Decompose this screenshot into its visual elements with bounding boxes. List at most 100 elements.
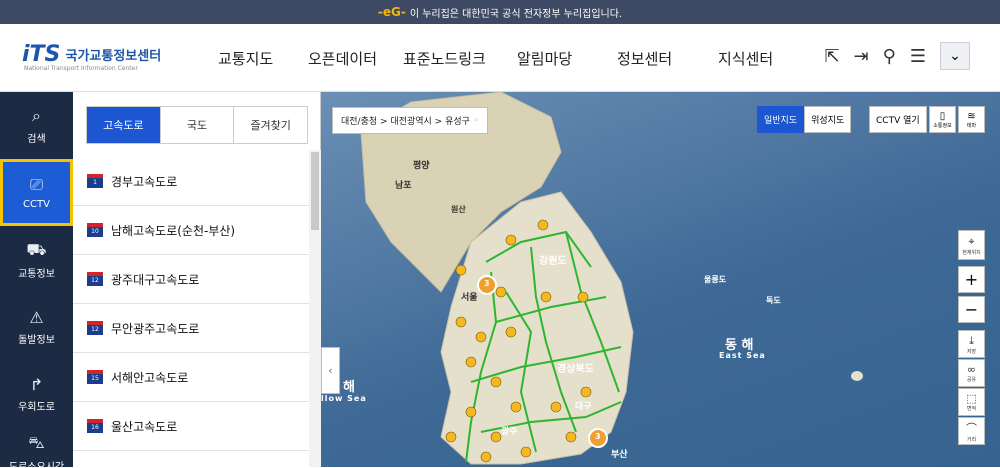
highway-name: 광주대구고속도로 [111, 272, 200, 287]
zoom-out-button[interactable]: − [958, 296, 985, 323]
theme-button[interactable]: ≋ 테마 [958, 106, 985, 133]
current-location-label: 현재위치 [962, 249, 981, 256]
place-label: 대구 [575, 402, 592, 412]
place-label: 평양 [413, 161, 430, 171]
highway-shield-icon: 12 [87, 321, 103, 335]
highway-item[interactable]: 10 남해고속도로(순천-부산) [73, 206, 309, 255]
search-icon: ⌕ [32, 106, 41, 125]
logo-mark: iTS [22, 42, 61, 67]
map-type-satellite[interactable]: 위성지도 [804, 106, 852, 133]
sea-label-east-en: East Sea [719, 351, 766, 360]
highway-shield-icon: 12 [87, 272, 103, 286]
nav-detour[interactable]: ↱ 우회도로 [0, 360, 73, 427]
highway-item[interactable]: 12 무안광주고속도로 [73, 304, 309, 353]
place-label: 경상북도 [557, 364, 594, 375]
sea-label-west-en: llow Sea [321, 394, 367, 403]
left-navigation: ⌕ 검색 ⎚ CCTV ⛟ 교통정보 ⚠ 돌발정보 ↱ 우회도로 ⛍ 도로소요시… [0, 92, 73, 468]
bus-icon: ⛍ [28, 433, 45, 452]
utility-menu: ⇱ ⇥ ⚲ ☰ ⌄ [824, 42, 970, 70]
chevron-down-icon: ◦ [473, 115, 480, 126]
user-icon[interactable]: ⚲ [883, 46, 896, 67]
ruler-icon: ⌒ [966, 421, 977, 435]
area-icon: ⬚ [966, 392, 977, 405]
panel-collapse-button[interactable]: ‹ [321, 347, 340, 394]
area-button[interactable]: ⬚ 면적 [958, 388, 985, 416]
highway-list: 1 경부고속도로 10 남해고속도로(순천-부산) 12 광주대구고속도로 12… [73, 157, 309, 451]
place-label: 독도 [766, 296, 781, 305]
gnb-standard-node-link[interactable]: 표준노드링크 [403, 48, 486, 69]
car-icon: ⛟ [26, 239, 47, 259]
cluster-count: 3 [484, 279, 490, 288]
highway-item[interactable]: 12 광주대구고속도로 [73, 255, 309, 304]
government-banner: -eG- 이 누리집은 대한민국 공식 전자정부 누리집입니다. [0, 0, 1000, 24]
share-button[interactable]: ∞ 공유 [958, 359, 985, 387]
gnb-traffic-map[interactable]: 교통지도 [218, 48, 273, 69]
menu-icon[interactable]: ☰ [910, 46, 926, 67]
nav-detour-label: 우회도로 [18, 401, 55, 413]
place-label: 광주 [501, 427, 518, 437]
gov-banner-text: 이 누리집은 대한민국 공식 전자정부 누리집입니다. [409, 8, 623, 20]
scrollbar-thumb[interactable] [311, 152, 319, 230]
crosshair-icon: ⌖ [968, 234, 975, 248]
current-location-button[interactable]: ⌖ 현재위치 [958, 230, 985, 260]
place-label: 부산 [611, 450, 628, 460]
distance-label: 거리 [966, 436, 977, 443]
highway-name: 경부고속도로 [111, 174, 178, 189]
cctv-open-button[interactable]: CCTV 열기 [869, 106, 927, 133]
download-icon: ⤓ [969, 333, 974, 347]
traffic-map[interactable]: 3 3 평양 남포 원산 서울 강원도 경상북도 대구 광주 부산 울릉도 독도… [321, 92, 1000, 467]
traffic-flow-button[interactable]: ▯ 소통정보 [929, 106, 956, 133]
alert-icon: ⚠ [29, 307, 44, 327]
panel-scrollbar[interactable] [309, 150, 321, 467]
nav-cctv[interactable]: ⎚ CCTV [0, 159, 73, 226]
gnb-open-data[interactable]: 오픈데이터 [308, 48, 377, 69]
tab-expressway[interactable]: 고속도로 [87, 107, 160, 143]
nav-search[interactable]: ⌕ 검색 [0, 92, 73, 159]
site-logo[interactable]: iTS 국가교통정보센터 National Transport Informat… [22, 42, 161, 72]
sea-label-west-kr: 해 [343, 380, 355, 395]
highway-shield-icon: 10 [87, 223, 103, 237]
gnb-info-center[interactable]: 정보센터 [617, 48, 672, 69]
save-button[interactable]: ⤓ 저장 [958, 330, 985, 358]
cctv-panel: 고속도로 국도 즐겨찾기 1 경부고속도로 10 남해고속도로(순천-부산) 1… [73, 92, 321, 467]
distance-button[interactable]: ⌒ 거리 [958, 417, 985, 445]
nav-incident-label: 돌발정보 [18, 334, 55, 346]
cctv-icon: ⎚ [30, 175, 43, 194]
gnb-notice[interactable]: 알림마당 [517, 48, 572, 69]
tab-national-road[interactable]: 국도 [159, 107, 234, 143]
map-cctv-markers [445, 219, 608, 463]
gnb-knowledge-center[interactable]: 지식센터 [718, 48, 773, 69]
theme-label: 테마 [966, 122, 977, 129]
zoom-in-button[interactable]: + [958, 266, 985, 293]
map-type-normal[interactable]: 일반지도 [757, 106, 805, 133]
chevron-left-icon: ‹ [328, 364, 333, 377]
highway-item[interactable]: 1 경부고속도로 [73, 157, 309, 206]
highway-item[interactable]: 15 서해안고속도로 [73, 353, 309, 402]
traffic-flow-label: 소통정보 [933, 122, 952, 129]
share-icon: ∞ [966, 363, 977, 376]
highway-name: 무안광주고속도로 [111, 321, 200, 336]
tab-favorites[interactable]: 즐겨찾기 [233, 107, 307, 143]
place-label: 원산 [451, 205, 466, 214]
detour-icon: ↱ [29, 374, 44, 394]
place-label: 서울 [461, 293, 478, 303]
login-icon[interactable]: ⇥ [854, 46, 869, 67]
highway-shield-icon: 16 [87, 419, 103, 433]
highway-name: 서해안고속도로 [111, 370, 189, 385]
map-type-toggle: 일반지도 위성지도 [757, 106, 852, 133]
highway-item[interactable]: 16 울산고속도로 [73, 402, 309, 451]
highway-shield-icon: 15 [87, 370, 103, 384]
external-link-icon[interactable]: ⇱ [824, 46, 839, 67]
traffic-light-icon: ▯ [939, 110, 946, 122]
nav-traffic-info-label: 교통정보 [18, 268, 55, 280]
breadcrumb[interactable]: 대전/충청 > 대전광역시 > 유성구 ◦ [332, 107, 489, 134]
chevron-down-icon[interactable]: ⌄ [940, 42, 970, 70]
logo-subtitle: National Transport Information Center [24, 65, 138, 72]
cluster-count: 3 [595, 432, 601, 441]
nav-travel-time[interactable]: ⛍ 도로소요시간 [0, 427, 73, 468]
nav-traffic-info[interactable]: ⛟ 교통정보 [0, 226, 73, 293]
highway-name: 울산고속도로 [111, 419, 178, 434]
nav-incident[interactable]: ⚠ 돌발정보 [0, 293, 73, 360]
site-header: iTS 국가교통정보센터 National Transport Informat… [0, 24, 1000, 92]
road-type-tabs: 고속도로 국도 즐겨찾기 [86, 106, 308, 144]
